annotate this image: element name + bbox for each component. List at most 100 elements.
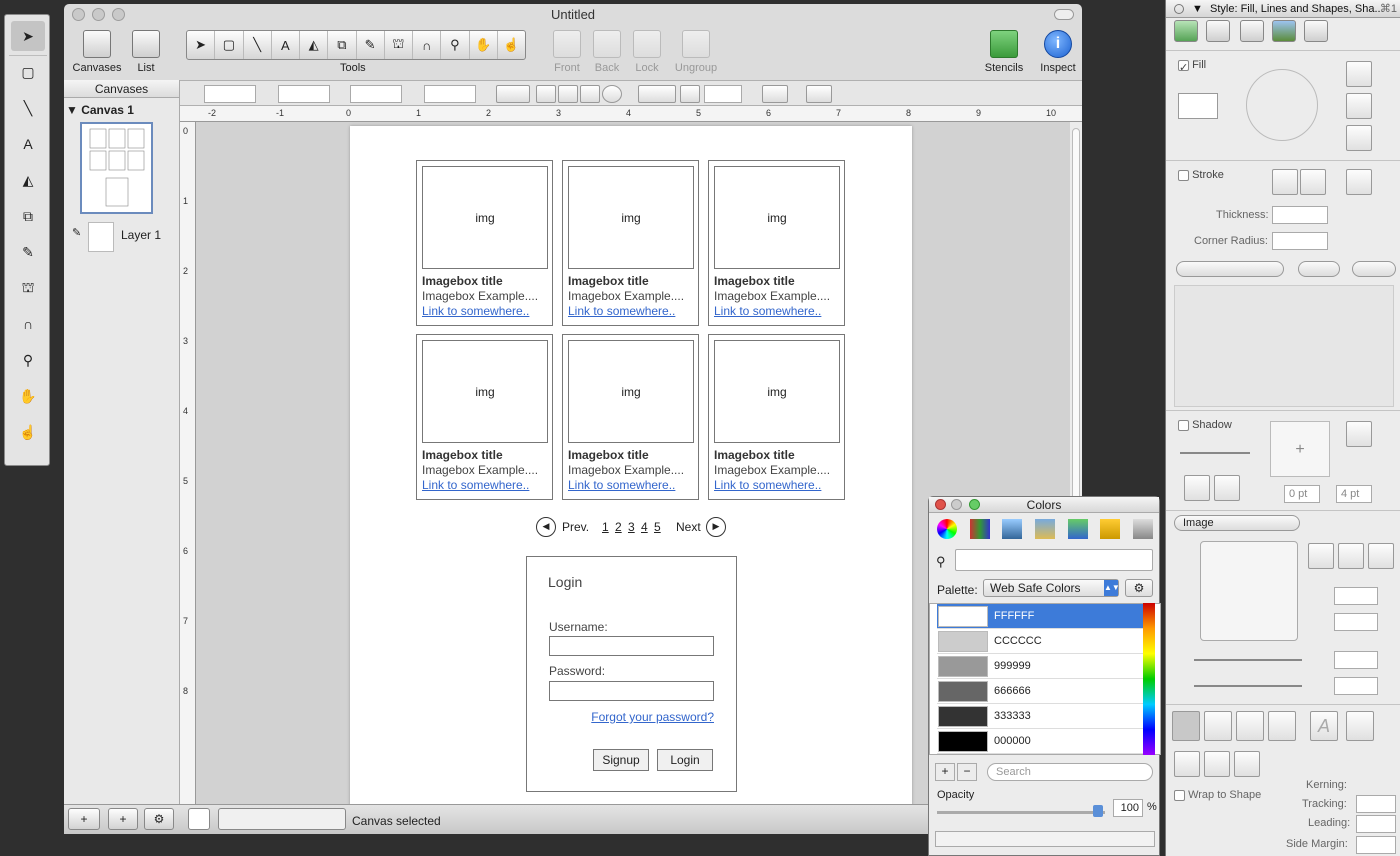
remove-color-button[interactable]: −: [957, 763, 977, 781]
swatch-row[interactable]: 999999: [937, 654, 1151, 679]
swatch-row[interactable]: 000000: [937, 729, 1151, 754]
page-link[interactable]: 4: [641, 520, 648, 534]
shape-style-button[interactable]: [558, 85, 578, 103]
shape-tool-icon[interactable]: ▢: [11, 57, 45, 87]
color-wheel-icon[interactable]: [937, 519, 957, 539]
shadow-blur-slider[interactable]: [1180, 452, 1250, 454]
shadow-y-field[interactable]: 4 pt: [1336, 485, 1372, 503]
imagebox-link[interactable]: Link to somewhere..: [568, 478, 675, 492]
corner-radius-field[interactable]: [1272, 232, 1328, 250]
selection-tool-icon[interactable]: ➤: [11, 21, 45, 51]
gear-icon[interactable]: ⚙: [1125, 579, 1153, 597]
side-margin-field[interactable]: [1356, 836, 1396, 854]
swatch-list-scrollbar[interactable]: [1143, 603, 1155, 755]
image-palettes-icon[interactable]: [1034, 519, 1055, 539]
pen-tool-icon[interactable]: ◭: [11, 165, 45, 195]
magnet-tool-icon[interactable]: ∩: [413, 31, 442, 59]
login-button[interactable]: Login: [657, 749, 713, 771]
shape-style-button[interactable]: [580, 85, 600, 103]
image-scale-button[interactable]: [1308, 543, 1334, 569]
shadow-style-button[interactable]: [1184, 475, 1210, 501]
zoom-window-button[interactable]: [112, 8, 125, 21]
list-button[interactable]: List: [128, 30, 164, 74]
arrow-start-popup[interactable]: [1298, 261, 1340, 277]
text-position-button[interactable]: [1204, 711, 1232, 741]
image-opacity-field[interactable]: [1334, 651, 1378, 669]
shadow-offset-pad[interactable]: +: [1270, 421, 1330, 477]
minimize-colors-button[interactable]: [951, 499, 962, 510]
diagram-tool-icon[interactable]: ⧉: [328, 31, 357, 59]
magnet-tool-icon[interactable]: ∩: [11, 309, 45, 339]
disclosure-triangle-icon[interactable]: ▼: [66, 103, 81, 117]
shadow-x-field[interactable]: 0 pt: [1284, 485, 1320, 503]
hand-tool-icon[interactable]: ✋: [11, 381, 45, 411]
text-align-button[interactable]: [1174, 751, 1200, 777]
color-bin[interactable]: [935, 831, 1155, 847]
line-end-button[interactable]: [680, 85, 700, 103]
pen-tool-icon[interactable]: ◭: [300, 31, 329, 59]
arrow-end-popup[interactable]: [1352, 261, 1396, 277]
image-opacity-slider[interactable]: [1194, 659, 1302, 661]
swatch-search-field[interactable]: Search: [987, 763, 1153, 781]
fill-type-button[interactable]: [1346, 93, 1372, 119]
fill-style-tab[interactable]: [1174, 20, 1198, 42]
line-style-well[interactable]: [218, 808, 346, 830]
stamp-tool-icon[interactable]: ⛫: [11, 273, 45, 303]
text-style-tab[interactable]: [1304, 20, 1328, 42]
toolbar-toggle-button[interactable]: [1054, 9, 1074, 20]
image-scale-button[interactable]: [1338, 543, 1364, 569]
opacity-field[interactable]: 100: [1113, 799, 1143, 817]
tracking-field[interactable]: [1356, 795, 1396, 813]
corner-style-button[interactable]: [1272, 169, 1298, 195]
text-align-button[interactable]: [1204, 751, 1230, 777]
swatch-row[interactable]: 666666: [937, 679, 1151, 704]
zoom-tool-icon[interactable]: ⚲: [11, 345, 45, 375]
style-brush-icon[interactable]: ✎: [357, 31, 385, 59]
fill-checkbox[interactable]: ✓: [1178, 59, 1189, 74]
add-layer-button[interactable]: +: [108, 808, 138, 830]
color-palettes-icon[interactable]: [1002, 519, 1023, 539]
shape-style-button[interactable]: [602, 85, 622, 103]
leading-field[interactable]: [1356, 815, 1396, 833]
selection-tool-icon[interactable]: ➤: [187, 31, 216, 59]
text-tool-icon[interactable]: A: [272, 31, 300, 59]
canvas-thumbnail[interactable]: [80, 122, 153, 214]
color-sliders-icon[interactable]: [969, 519, 990, 539]
shadow-style-button[interactable]: [1214, 475, 1240, 501]
height-field[interactable]: [424, 85, 476, 103]
image-x-field[interactable]: [1334, 587, 1378, 605]
next-link[interactable]: Next: [676, 520, 701, 534]
wrap-to-shape-checkbox[interactable]: [1174, 789, 1185, 801]
next-arrow-icon[interactable]: ▶: [706, 517, 726, 537]
zoom-colors-button[interactable]: [969, 499, 980, 510]
image-scale-button[interactable]: [1368, 543, 1394, 569]
inspector-close-button[interactable]: [1174, 4, 1184, 14]
collapse-triangle-icon[interactable]: ▼: [1192, 0, 1203, 18]
hand-tool-icon[interactable]: ✋: [470, 31, 498, 59]
gradient-angle-wheel[interactable]: [1246, 69, 1318, 141]
minimize-window-button[interactable]: [92, 8, 105, 21]
page-link[interactable]: 1: [602, 520, 609, 534]
inspect-button[interactable]: i Inspect: [1036, 30, 1080, 74]
back-button[interactable]: Back: [590, 30, 624, 74]
layer-row[interactable]: ✎ Layer 1: [70, 220, 176, 254]
shape-tool-icon[interactable]: ▢: [215, 31, 244, 59]
shape-style-button[interactable]: [536, 85, 556, 103]
line-style-popup[interactable]: [638, 85, 676, 103]
fill-color-well[interactable]: [1178, 93, 1218, 119]
browse-tool-icon[interactable]: ☝: [11, 417, 45, 447]
color-search-field[interactable]: [955, 549, 1153, 571]
password-field[interactable]: [549, 681, 714, 701]
y-position-field[interactable]: [278, 85, 330, 103]
prev-link[interactable]: Prev.: [562, 520, 589, 534]
text-position-button[interactable]: [1172, 711, 1200, 741]
signup-button[interactable]: Signup: [593, 749, 649, 771]
stroke-color-button[interactable]: [1346, 169, 1372, 195]
close-window-button[interactable]: [72, 8, 85, 21]
custom-picker-icon[interactable]: [1132, 519, 1153, 539]
close-colors-button[interactable]: [935, 499, 946, 510]
stroke-pattern-popup[interactable]: [1176, 261, 1284, 277]
image-well[interactable]: [1200, 541, 1298, 641]
browse-tool-icon[interactable]: ☝: [498, 31, 525, 59]
username-field[interactable]: [549, 636, 714, 656]
